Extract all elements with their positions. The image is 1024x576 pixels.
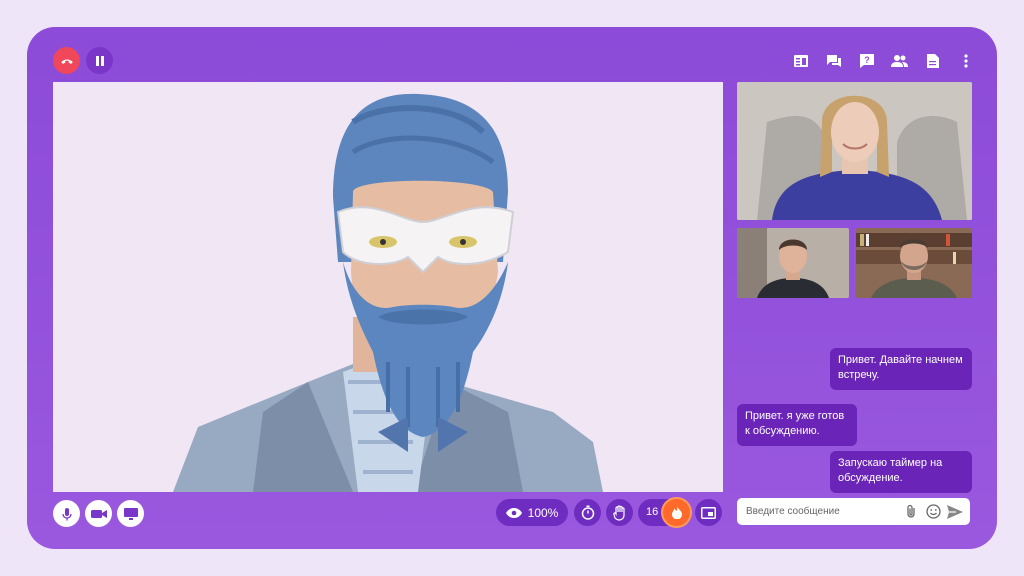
microphone-button[interactable] bbox=[53, 500, 80, 527]
avatar-video-image bbox=[53, 82, 723, 492]
hang-up-icon bbox=[60, 59, 73, 64]
emoji-icon bbox=[925, 504, 941, 519]
participants-button[interactable] bbox=[890, 51, 909, 70]
top-toolbar: ? bbox=[791, 51, 975, 70]
attach-button[interactable] bbox=[902, 503, 920, 521]
fire-reaction-button[interactable] bbox=[663, 499, 690, 526]
fire-icon bbox=[671, 506, 682, 519]
hang-up-button[interactable] bbox=[53, 47, 80, 74]
chat-input-bar bbox=[737, 498, 970, 525]
call-controls-top bbox=[53, 47, 113, 74]
chat-message-text: Привет. Давайте начнем встречу. bbox=[838, 354, 963, 381]
chat-button[interactable] bbox=[824, 51, 843, 70]
chat-message-3: Запускаю таймер на обсуждение. bbox=[830, 451, 972, 493]
message-input[interactable] bbox=[746, 506, 898, 517]
pause-button[interactable] bbox=[86, 47, 113, 74]
video-call-window: ? Привет. Давайте начнем встречу. Привет… bbox=[27, 27, 997, 549]
raise-hand-icon bbox=[612, 504, 625, 521]
document-icon bbox=[926, 53, 939, 68]
media-controls bbox=[53, 500, 144, 527]
screen-share-button[interactable] bbox=[117, 500, 144, 527]
main-video-feed bbox=[53, 82, 723, 492]
timer-button[interactable] bbox=[574, 499, 601, 526]
reactions-count: 16 bbox=[646, 506, 659, 518]
screen-share-icon bbox=[123, 507, 138, 520]
svg-text:?: ? bbox=[864, 55, 870, 65]
attach-icon bbox=[907, 504, 915, 518]
reactions-counter[interactable]: 16 bbox=[638, 499, 690, 526]
picture-in-picture-button[interactable] bbox=[695, 499, 722, 526]
camera-button[interactable] bbox=[85, 500, 112, 527]
timer-icon bbox=[581, 505, 594, 520]
microphone-icon bbox=[61, 507, 72, 520]
view-percent: 100% bbox=[527, 505, 559, 520]
eye-icon bbox=[505, 507, 522, 518]
participant-video-3 bbox=[856, 228, 972, 298]
emoji-button[interactable] bbox=[924, 503, 942, 521]
raise-hand-button[interactable] bbox=[606, 499, 633, 526]
participant-tile-2[interactable] bbox=[737, 228, 849, 298]
participant-video-2 bbox=[737, 228, 849, 298]
send-icon bbox=[947, 504, 963, 519]
more-button[interactable] bbox=[956, 51, 975, 70]
camera-icon bbox=[90, 509, 107, 518]
help-icon: ? bbox=[859, 53, 874, 68]
chat-icon bbox=[826, 54, 841, 67]
chat-message-2: Привет. я уже готов к обсуждению. bbox=[737, 404, 857, 446]
notes-icon bbox=[793, 54, 808, 67]
participants-icon bbox=[891, 54, 908, 67]
participant-tile-1[interactable] bbox=[737, 82, 972, 220]
pause-icon bbox=[95, 55, 104, 66]
participant-tile-3[interactable] bbox=[856, 228, 972, 298]
view-scale-control[interactable]: 100% bbox=[496, 499, 568, 526]
more-icon bbox=[963, 53, 968, 68]
picture-in-picture-icon bbox=[701, 506, 716, 519]
send-button[interactable] bbox=[946, 503, 964, 521]
help-button[interactable]: ? bbox=[857, 51, 876, 70]
chat-message-text: Запускаю таймер на обсуждение. bbox=[838, 457, 943, 484]
participant-video-1 bbox=[737, 82, 972, 220]
notes-button[interactable] bbox=[791, 51, 810, 70]
chat-message-text: Привет. я уже готов к обсуждению. bbox=[745, 410, 845, 437]
document-button[interactable] bbox=[923, 51, 942, 70]
chat-message-1: Привет. Давайте начнем встречу. bbox=[830, 348, 972, 390]
